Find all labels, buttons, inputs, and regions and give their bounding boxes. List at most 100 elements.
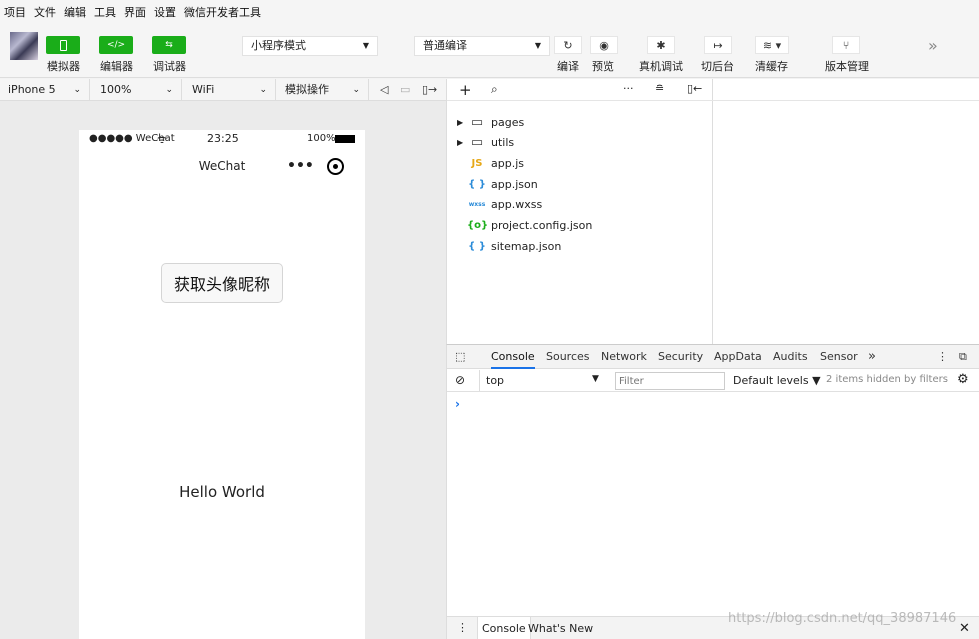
simulator-label: 模拟器 xyxy=(47,60,80,73)
collapse-icon[interactable]: ▯← xyxy=(687,82,702,95)
file-tree-panel: + ⌕ ··· ≘ ▯← ▶ ▭ pages ▶ ▭ utils JS app.js { } ap… xyxy=(446,79,713,344)
remote-debug-button[interactable]: ✱ xyxy=(647,36,675,54)
detach-icon[interactable]: ▯→ xyxy=(422,83,437,96)
chevron-down-icon: ▼ xyxy=(592,374,599,384)
wifi-icon: ᯤ xyxy=(157,133,168,146)
menu-devtools[interactable]: 微信开发者工具 xyxy=(184,4,261,20)
device-select-value: iPhone 5 xyxy=(8,83,56,96)
wxss-icon: wxss xyxy=(468,201,486,209)
clear-console-icon[interactable]: ⊘ xyxy=(455,373,465,387)
gear-icon[interactable]: ⚙ xyxy=(957,372,969,387)
network-select[interactable]: WiFi ⌄ xyxy=(184,79,276,101)
version-label: 版本管理 xyxy=(825,60,869,73)
config-icon: {o} xyxy=(467,220,489,231)
branch-icon: ⑂ xyxy=(842,38,850,52)
editor-label: 编辑器 xyxy=(100,60,133,73)
compile-select[interactable]: 普通编译 ▼ xyxy=(414,36,550,56)
more-tabs-icon[interactable]: » xyxy=(868,345,876,369)
volume-icon[interactable]: ◁ xyxy=(380,83,388,96)
bug-icon: ✱ xyxy=(656,38,666,52)
file-tree-item[interactable]: { } app.json xyxy=(457,175,538,193)
file-tree-item[interactable]: JS app.js xyxy=(457,154,524,172)
more-dots-icon[interactable]: ••• xyxy=(287,158,314,174)
drawer-tab-whats-new[interactable]: What's New xyxy=(528,622,593,635)
screen-icon[interactable]: ▭ xyxy=(400,83,410,96)
switch-background-icon: ↦ xyxy=(713,38,723,52)
levels-select[interactable]: Default levels ▼ xyxy=(733,374,821,387)
tab-sources[interactable]: Sources xyxy=(546,345,590,369)
compile-button[interactable]: ↻ xyxy=(554,36,582,54)
file-tree-item-label: project.config.json xyxy=(491,219,593,232)
debugger-toggle-button[interactable]: ⇆ xyxy=(152,36,186,54)
avatar[interactable] xyxy=(10,32,38,60)
drawer-menu-icon[interactable]: ⋮ xyxy=(457,621,468,634)
operation-select-value: 模拟操作 xyxy=(285,83,329,96)
more-icon[interactable]: ··· xyxy=(623,82,634,95)
hello-text: Hello World xyxy=(179,483,265,501)
kebab-menu-icon[interactable]: ⋮ xyxy=(937,345,948,369)
menu-project[interactable]: 项目 xyxy=(4,4,26,20)
toolbar: 模拟器 </> 编辑器 ⇆ 调试器 小程序模式 ▼ 普通编译 ▼ ↻ 编译 ◉ … xyxy=(0,24,979,78)
battery-text: 100% xyxy=(307,133,336,144)
file-tree-item[interactable]: ▶ ▭ utils xyxy=(457,134,514,152)
console-filter-input[interactable] xyxy=(615,372,725,390)
drawer-tab-console[interactable]: Console xyxy=(477,617,531,639)
menu-edit[interactable]: 编辑 xyxy=(64,4,86,20)
file-tree-item[interactable]: {o} project.config.json xyxy=(457,217,592,235)
add-icon[interactable]: + xyxy=(459,81,472,99)
simulator-toggle-button[interactable] xyxy=(46,36,80,54)
tab-audits[interactable]: Audits xyxy=(773,345,808,369)
tab-security[interactable]: Security xyxy=(658,345,703,369)
status-time: 23:25 xyxy=(207,132,239,145)
preview-button[interactable]: ◉ xyxy=(590,36,618,54)
menu-tools[interactable]: 工具 xyxy=(94,4,116,20)
editor-toggle-button[interactable]: </> xyxy=(99,36,133,54)
status-bar: ●●●●● WeChat ᯤ 23:25 100% xyxy=(79,130,365,148)
close-capsule-icon[interactable] xyxy=(327,158,344,175)
file-tree-item-label: app.json xyxy=(491,177,538,191)
zoom-select-value: 100% xyxy=(100,83,132,96)
context-select[interactable]: top ▼ xyxy=(479,370,607,391)
chevron-down-icon: ⌄ xyxy=(165,85,173,95)
clear-cache-button[interactable]: ≋ ▾ xyxy=(755,36,789,54)
tab-network[interactable]: Network xyxy=(601,345,647,369)
tab-console[interactable]: Console xyxy=(491,345,535,369)
zoom-select[interactable]: 100% ⌄ xyxy=(92,79,182,101)
file-tree-item-label: pages xyxy=(491,115,525,129)
version-button[interactable]: ⑂ xyxy=(832,36,860,54)
sort-icon[interactable]: ≘ xyxy=(655,82,664,95)
menu-file[interactable]: 文件 xyxy=(34,4,56,20)
code-icon: </> xyxy=(106,40,126,50)
console-prompt[interactable]: › xyxy=(455,397,460,411)
undock-icon[interactable]: ⧉ xyxy=(959,345,967,369)
background-label: 切后台 xyxy=(701,60,734,73)
nav-title: WeChat xyxy=(198,159,246,173)
preview-label: 预览 xyxy=(592,60,614,73)
expand-arrow-icon: ▶ xyxy=(457,117,464,127)
search-icon[interactable]: ⌕ xyxy=(491,82,498,97)
background-button[interactable]: ↦ xyxy=(704,36,732,54)
operation-select[interactable]: 模拟操作 ⌄ xyxy=(277,79,369,101)
file-tree-item-label: app.js xyxy=(491,156,524,170)
menu-bar: 项目 文件 编辑 工具 界面 设置 微信开发者工具 xyxy=(0,0,979,24)
menu-view[interactable]: 界面 xyxy=(124,4,146,20)
chevron-down-icon: ▼ xyxy=(362,41,369,50)
close-icon[interactable]: ✕ xyxy=(959,621,970,636)
debug-icon: ⇆ xyxy=(165,40,173,50)
devtools-panel: ⬚ Console Sources Network Security AppDa… xyxy=(446,344,979,639)
file-tree-item[interactable]: wxss app.wxss xyxy=(457,196,542,214)
file-tree-item-label: app.wxss xyxy=(491,198,543,212)
tab-sensor[interactable]: Sensor xyxy=(820,345,858,369)
file-tree-item[interactable]: { } sitemap.json xyxy=(457,237,561,255)
file-tree-item[interactable]: ▶ ▭ pages xyxy=(457,113,524,131)
get-userinfo-button[interactable]: 获取头像昵称 xyxy=(161,263,283,303)
menu-settings[interactable]: 设置 xyxy=(154,4,176,20)
mode-select[interactable]: 小程序模式 ▼ xyxy=(242,36,378,56)
device-select[interactable]: iPhone 5 ⌄ xyxy=(0,79,90,101)
more-icon[interactable]: » xyxy=(928,36,938,55)
tab-appdata[interactable]: AppData xyxy=(714,345,762,369)
watermark: https://blog.csdn.net/qq_38987146 xyxy=(728,611,957,626)
hidden-count: 2 items hidden by filters xyxy=(826,374,948,385)
folder-icon: ▭ xyxy=(470,114,484,130)
inspect-icon[interactable]: ⬚ xyxy=(455,350,465,363)
